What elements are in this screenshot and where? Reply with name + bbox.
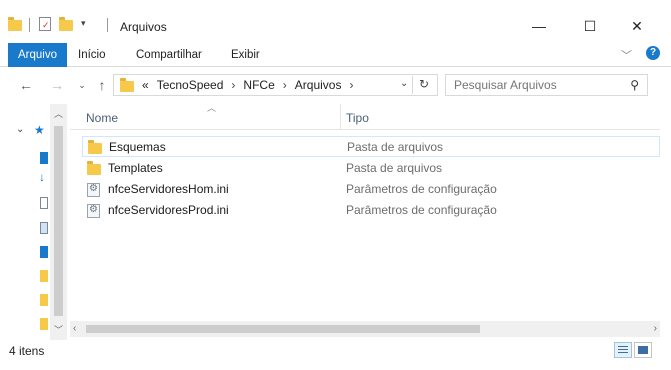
pictures-icon[interactable] [40,222,48,234]
list-item[interactable]: nfceServidoresHom.ini Parâmetros de conf… [82,179,660,200]
navigation-scrollbar[interactable]: ︿ ﹀ [50,104,67,340]
file-type: Pasta de arquivos [346,161,443,175]
divider [29,18,30,32]
navigation-bar: ← → ⌄ ↑ « TecnoSpeed › NFCe › Arquivos ›… [0,72,671,98]
address-dropdown-icon[interactable]: ⌄ [400,78,408,89]
quick-access-star-icon[interactable]: ★ [34,123,45,137]
recent-locations-icon[interactable]: ⌄ [72,72,92,98]
breadcrumb-nfce[interactable]: NFCe [243,78,274,92]
expand-ribbon-icon[interactable]: ﹀ [621,47,632,63]
tab-compartilhar[interactable]: Compartilhar [126,43,212,67]
new-folder-icon[interactable] [59,17,73,31]
desktop-icon[interactable] [40,152,48,164]
folder-icon[interactable] [40,270,48,282]
list-item[interactable]: Templates Pasta de arquivos [82,158,660,179]
search-input[interactable] [454,78,624,92]
search-icon[interactable]: ⚲ [630,78,639,92]
ribbon-tabs: Arquivo Início Compartilhar Exibir ﹀ ? [0,43,671,67]
chevron-right-icon[interactable]: › [349,78,353,92]
close-button[interactable]: ✕ [614,12,660,40]
file-type: Parâmetros de configuração [346,203,497,217]
minimize-button[interactable]: — [516,12,562,40]
tab-arquivo[interactable]: Arquivo [8,43,67,67]
folder-icon[interactable] [40,318,48,330]
scroll-up-icon[interactable]: ︿ [54,107,63,120]
help-icon[interactable]: ? [646,46,660,60]
this-pc-icon[interactable] [40,246,48,258]
folder-icon [120,77,134,92]
refresh-icon[interactable]: ↻ [419,77,429,91]
window-title: Arquivos [120,20,167,34]
tab-exibir[interactable]: Exibir [221,43,270,67]
item-count: 4 itens [9,344,45,358]
config-file-icon [87,183,100,197]
tab-inicio[interactable]: Início [68,43,116,67]
breadcrumb-tecnospeed[interactable]: TecnoSpeed [157,78,224,92]
list-item[interactable]: Esquemas Pasta de arquivos [82,136,660,157]
search-box[interactable]: ⚲ [445,74,648,96]
large-icons-view-button[interactable] [634,342,652,358]
expand-chevron-icon[interactable]: ⌄ [16,124,24,135]
column-name[interactable]: Nome [86,104,118,130]
title-bar: ✓ ▾ Arquivos — ☐ ✕ [0,0,671,40]
column-type[interactable]: Tipo [346,104,369,130]
horizontal-scrollbar[interactable]: ‹ › [70,321,660,337]
back-button[interactable]: ← [16,72,36,98]
address-bar[interactable]: « TecnoSpeed › NFCe › Arquivos › ⌄ ↻ [113,74,438,96]
customize-quick-access-icon[interactable]: ▾ [81,18,86,29]
chevron-right-icon[interactable]: › [283,78,287,92]
folder-icon[interactable] [40,294,48,306]
up-button[interactable]: ↑ [92,72,112,98]
folder-icon [87,161,101,175]
navigation-pane: ⌄ ★ ↓ ︿ ﹀ [14,104,67,340]
divider [107,18,108,32]
scrollbar-thumb[interactable] [54,126,63,316]
file-name: Templates [108,161,163,175]
breadcrumb-overflow[interactable]: « [142,78,149,92]
column-divider[interactable] [340,104,341,130]
folder-icon [8,17,22,31]
list-item[interactable]: nfceServidoresProd.ini Parâmetros de con… [82,200,660,221]
divider [412,76,413,94]
downloads-icon[interactable]: ↓ [39,170,45,184]
properties-icon[interactable]: ✓ [39,17,51,31]
scrollbar-thumb[interactable] [86,325,480,333]
file-name: nfceServidoresProd.ini [108,203,229,217]
column-header: ︿ Nome Tipo [70,103,660,130]
file-name: Esquemas [109,140,166,154]
chevron-right-icon[interactable]: › [231,78,235,92]
forward-button[interactable]: → [47,72,67,98]
maximize-button[interactable]: ☐ [567,12,613,40]
status-bar: 4 itens [0,340,671,362]
documents-icon[interactable] [40,197,48,209]
scroll-left-icon[interactable]: ‹ [73,321,76,337]
details-view-button[interactable] [614,342,632,358]
scroll-right-icon[interactable]: › [654,321,657,337]
file-name: nfceServidoresHom.ini [108,182,229,196]
folder-icon [88,140,102,154]
file-type: Parâmetros de configuração [346,182,497,196]
file-explorer-window: ✓ ▾ Arquivos — ☐ ✕ Arquivo Início Compar… [0,0,671,370]
sort-ascending-icon: ︿ [207,103,217,113]
config-file-icon [87,204,100,218]
breadcrumb-arquivos[interactable]: Arquivos [295,78,342,92]
scroll-down-icon[interactable]: ﹀ [54,323,63,336]
file-type: Pasta de arquivos [347,140,444,154]
file-list: ︿ Nome Tipo Esquemas Pasta de arquivos T… [70,103,660,340]
